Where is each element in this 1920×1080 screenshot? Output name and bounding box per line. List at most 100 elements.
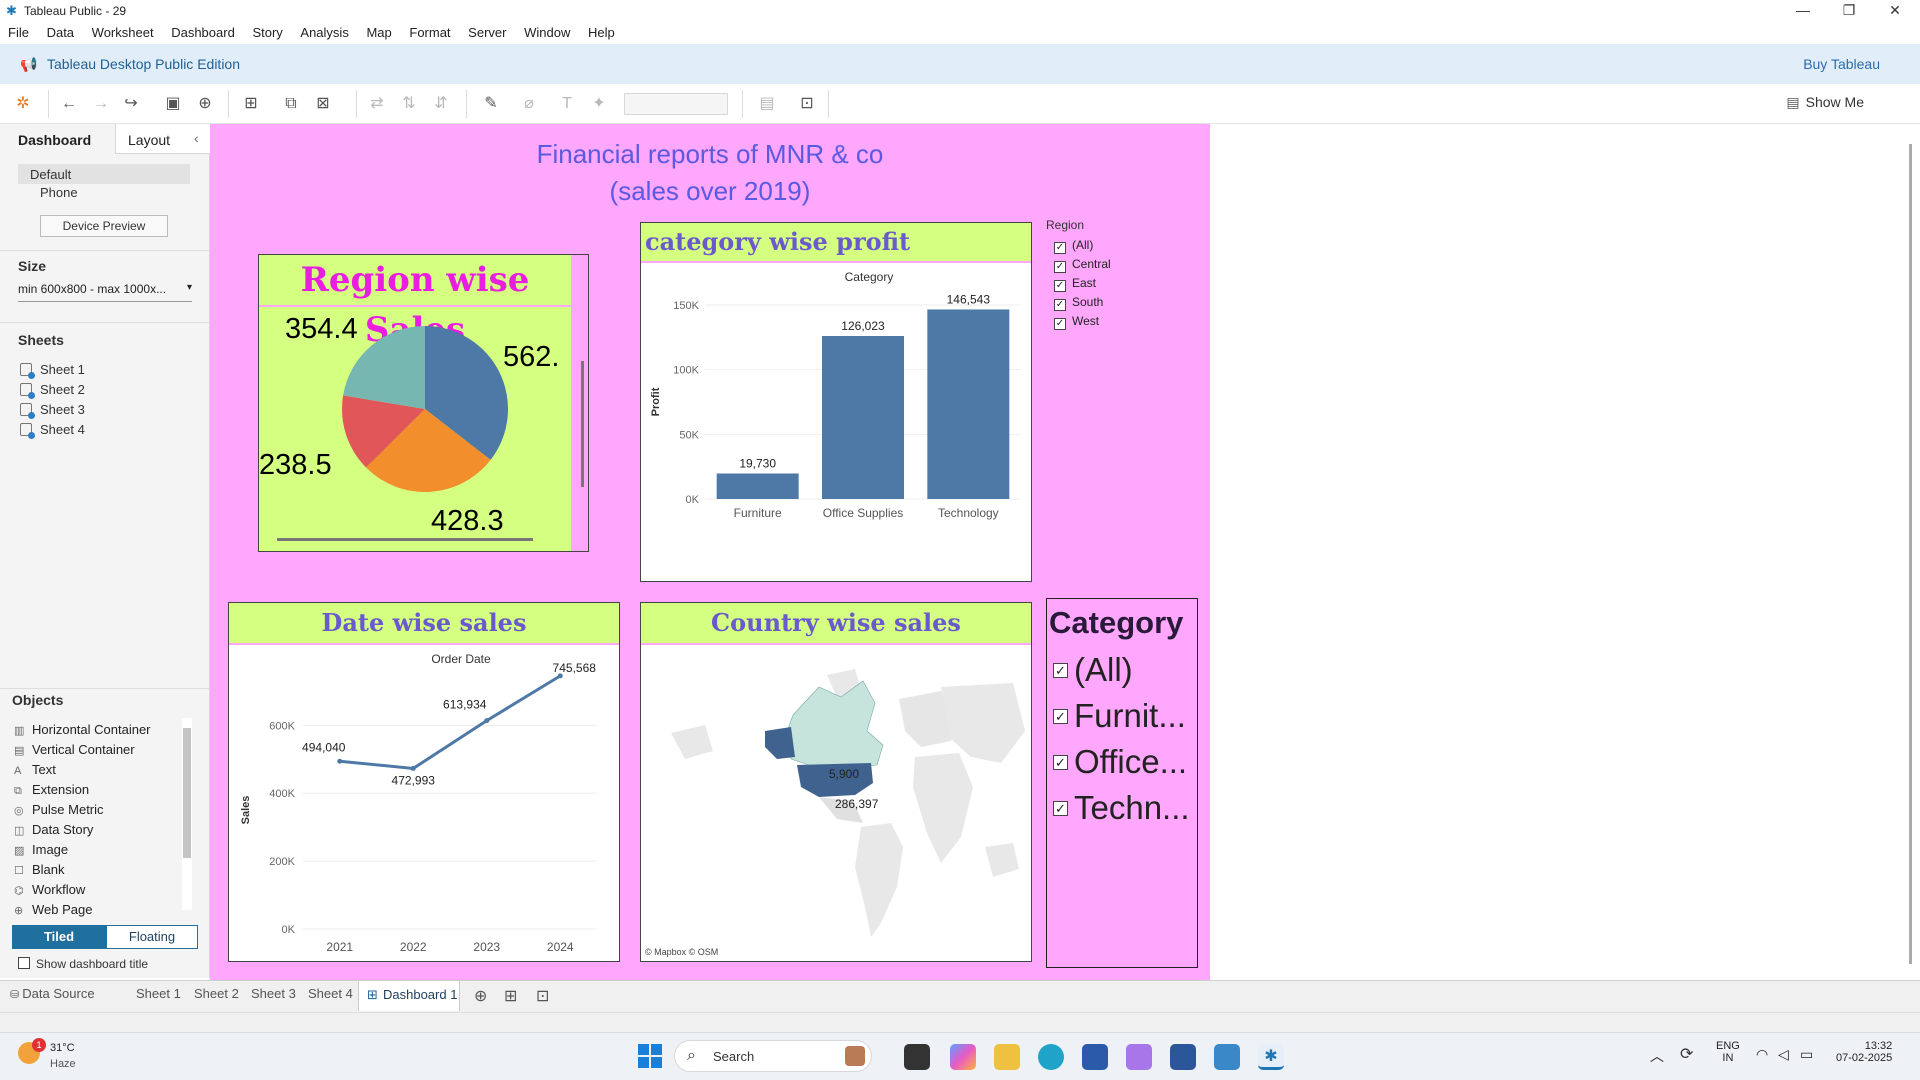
region-filter-item[interactable]: ✓ East: [1054, 276, 1196, 295]
store-icon[interactable]: [1082, 1044, 1108, 1070]
menu-help[interactable]: Help: [588, 22, 615, 44]
pin-icon[interactable]: ✦: [588, 94, 610, 114]
object-horizontal-container[interactable]: ▥ Horizontal Container: [14, 722, 180, 742]
wifi-icon[interactable]: ◠: [1756, 1046, 1768, 1063]
fit-icon[interactable]: ▤: [756, 94, 778, 114]
new-dashboard-tab-icon[interactable]: ⊞: [504, 986, 517, 1006]
new-story-tab-icon[interactable]: ⊡: [536, 986, 549, 1006]
start-icon[interactable]: [638, 1044, 662, 1068]
buy-tableau-link[interactable]: Buy Tableau: [1803, 56, 1880, 72]
word-icon[interactable]: [1170, 1044, 1196, 1070]
sheet-item[interactable]: Sheet 1: [20, 362, 85, 379]
sheet-item[interactable]: Sheet 4: [20, 422, 85, 439]
highlight-icon[interactable]: ✎: [480, 94, 502, 114]
tab-sheet-3[interactable]: Sheet 3: [251, 986, 296, 1001]
menu-file[interactable]: File: [8, 22, 29, 44]
device-preview-button[interactable]: Device Preview: [40, 215, 168, 237]
category-filter-item[interactable]: ✓ Office...: [1053, 739, 1197, 785]
battery-icon[interactable]: ▭: [1800, 1046, 1813, 1063]
region-filter-item[interactable]: ✓ (All): [1054, 238, 1196, 257]
redo-icon[interactable]: →: [90, 94, 112, 114]
menu-window[interactable]: Window: [524, 22, 570, 44]
tab-sheet-1[interactable]: Sheet 1: [136, 986, 181, 1001]
category-bar-chart[interactable]: Category Profit 0K 50K 100K 150K 19,730 Furnitu…: [641, 265, 1031, 581]
collapse-icon[interactable]: ‹: [194, 130, 199, 146]
tab-sheet-4[interactable]: Sheet 4: [308, 986, 353, 1001]
tableau-taskbar-icon[interactable]: ✱: [1258, 1044, 1284, 1070]
volume-icon[interactable]: ◁: [1778, 1046, 1789, 1063]
menu-data[interactable]: Data: [47, 22, 74, 44]
sort-desc-icon[interactable]: ⇵: [430, 94, 452, 114]
edge-icon[interactable]: [1038, 1044, 1064, 1070]
menu-analysis[interactable]: Analysis: [300, 22, 348, 44]
duplicate-icon[interactable]: ⧉: [280, 94, 302, 114]
taskbar-search[interactable]: ⌕ Search: [674, 1040, 872, 1072]
new-sheet-tab-icon[interactable]: ⊕: [474, 986, 487, 1006]
tab-data-source[interactable]: ⛁ Data Source: [10, 986, 95, 1001]
objects-scrollbar[interactable]: [182, 718, 192, 910]
new-datasource-icon[interactable]: ⊕: [194, 94, 216, 114]
swap-icon[interactable]: ⇄: [366, 94, 388, 114]
object-web-page[interactable]: ⊕ Web Page: [14, 902, 180, 922]
menu-format[interactable]: Format: [409, 22, 450, 44]
task-view-icon[interactable]: [904, 1044, 930, 1070]
floating-button[interactable]: Floating: [106, 925, 198, 949]
app-icon[interactable]: [1126, 1044, 1152, 1070]
new-sheet-icon[interactable]: ⊞: [240, 94, 262, 114]
tab-layout[interactable]: Layout ‹: [115, 124, 210, 154]
clear-icon[interactable]: ⊠: [312, 94, 334, 114]
region-filter-item[interactable]: ✓ Central: [1054, 257, 1196, 276]
menu-dashboard[interactable]: Dashboard: [171, 22, 235, 44]
tiled-button[interactable]: Tiled: [12, 925, 106, 949]
undo-icon[interactable]: ←: [58, 94, 80, 114]
clock[interactable]: 13:32 07-02-2025: [1836, 1040, 1892, 1064]
presentation-icon[interactable]: ⊡: [796, 94, 818, 114]
sheet-item[interactable]: Sheet 3: [20, 402, 85, 419]
object-pulse-metric[interactable]: ◎ Pulse Metric: [14, 802, 180, 822]
category-filter-item[interactable]: ✓ Furnit...: [1053, 693, 1197, 739]
sync-icon[interactable]: ⟳: [1680, 1044, 1693, 1064]
menu-map[interactable]: Map: [366, 22, 391, 44]
object-data-story[interactable]: ◫ Data Story: [14, 822, 180, 842]
tab-sheet-2[interactable]: Sheet 2: [194, 986, 239, 1001]
file-explorer-icon[interactable]: [994, 1044, 1020, 1070]
label-icon[interactable]: T: [556, 94, 578, 114]
language-indicator[interactable]: ENG IN: [1716, 1040, 1740, 1064]
fit-select[interactable]: [624, 93, 728, 115]
category-filter-item[interactable]: ✓ (All): [1053, 647, 1197, 693]
object-text[interactable]: A Text: [14, 762, 180, 782]
vertical-scrollbar[interactable]: [1906, 124, 1920, 978]
sort-asc-icon[interactable]: ⇅: [398, 94, 420, 114]
replay-icon[interactable]: ↪: [120, 94, 142, 114]
date-line-chart[interactable]: Order Date Sales 0K 200K 400K 600K 494,040 2021…: [229, 647, 619, 961]
sheet-item[interactable]: Sheet 2: [20, 382, 85, 399]
tab-dashboard-1[interactable]: ⊞ Dashboard 1: [358, 981, 460, 1011]
tableau-icon[interactable]: ✲: [12, 94, 34, 114]
region-filter-item[interactable]: ✓ South: [1054, 295, 1196, 314]
tab-dashboard[interactable]: Dashboard: [0, 124, 115, 154]
menu-worksheet[interactable]: Worksheet: [92, 22, 154, 44]
restore-icon[interactable]: ❐: [1826, 0, 1872, 22]
notepad-icon[interactable]: [1214, 1044, 1240, 1070]
weather-desc[interactable]: Haze: [50, 1058, 76, 1070]
group-icon[interactable]: ⌀: [518, 94, 540, 114]
category-filter-item[interactable]: ✓ Techn...: [1053, 785, 1197, 831]
region-filter-item[interactable]: ✓ West: [1054, 314, 1196, 333]
chevron-up-icon[interactable]: ︿: [1650, 1046, 1664, 1066]
object-extension[interactable]: ⧉ Extension: [14, 782, 180, 802]
object-vertical-container[interactable]: ▤ Vertical Container: [14, 742, 180, 762]
size-dropdown[interactable]: min 600x800 - max 1000x... ▾: [18, 282, 192, 302]
menu-server[interactable]: Server: [468, 22, 506, 44]
copilot-icon[interactable]: [950, 1044, 976, 1070]
object-image[interactable]: ▨ Image: [14, 842, 180, 862]
save-icon[interactable]: ▣: [162, 94, 184, 114]
panel-vscroll-thumb[interactable]: [581, 361, 584, 487]
minimize-icon[interactable]: —: [1780, 0, 1826, 22]
menu-story[interactable]: Story: [252, 22, 282, 44]
show-me-button[interactable]: ▤ Show Me: [1786, 94, 1864, 111]
object-blank[interactable]: ☐ Blank: [14, 862, 180, 882]
object-workflow[interactable]: ⌬ Workflow: [14, 882, 180, 902]
show-title-checkbox[interactable]: Show dashboard title: [18, 957, 148, 971]
weather-temp[interactable]: 31°C: [50, 1042, 75, 1054]
device-default[interactable]: Default: [18, 164, 190, 184]
